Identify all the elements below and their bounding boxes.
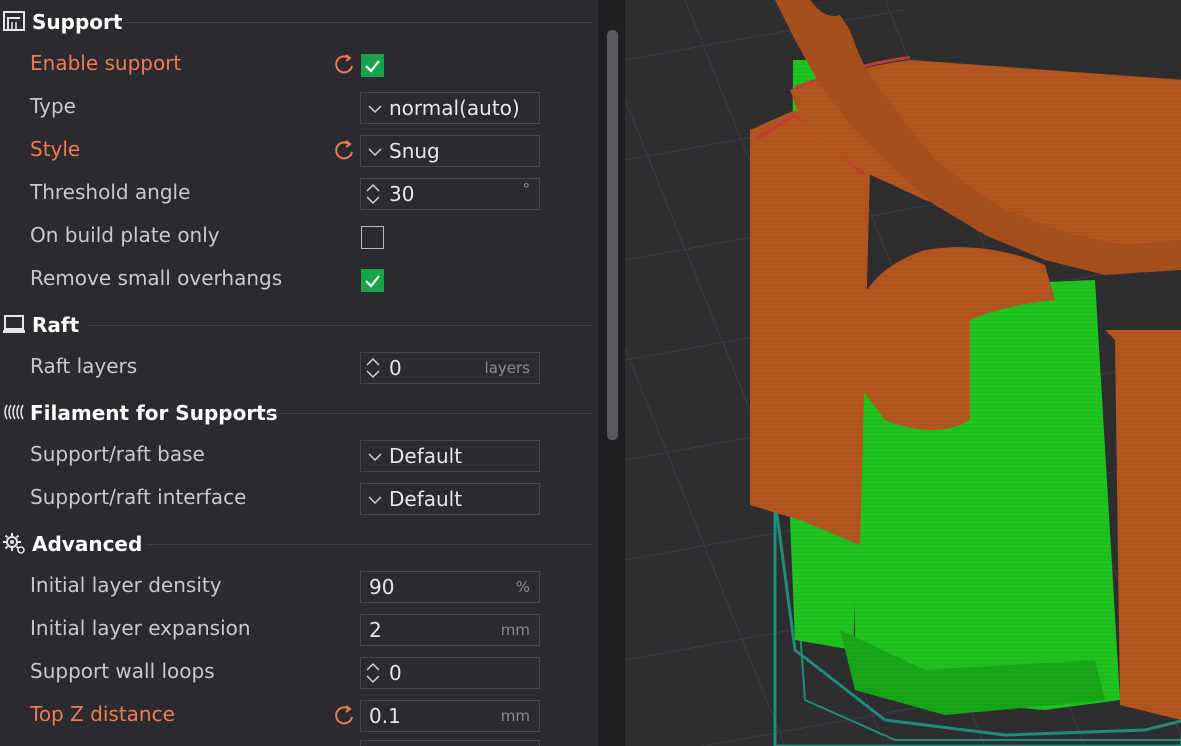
scrollbar-thumb[interactable]	[607, 30, 618, 440]
advanced-gear-icon	[3, 533, 25, 554]
divider	[268, 413, 593, 414]
section-title: Filament for Supports	[30, 401, 278, 425]
divider	[146, 544, 593, 545]
support-wall-loops-input[interactable]: 0	[360, 657, 540, 689]
section-title: Raft	[32, 313, 80, 337]
raft-layers-input[interactable]: 0 layers	[360, 352, 540, 384]
divider	[125, 22, 593, 23]
input-value: 90	[369, 575, 395, 599]
chevron-down-icon	[368, 496, 382, 504]
row-threshold-angle: Threshold angle 30 °	[0, 175, 597, 211]
reset-icon[interactable]	[333, 703, 357, 727]
support-raft-base-select[interactable]: Default	[360, 440, 540, 472]
setting-label: Style	[30, 137, 81, 161]
select-value: normal(auto)	[389, 96, 520, 120]
spin-icon[interactable]	[366, 182, 380, 206]
row-style: Style Snug	[0, 132, 597, 168]
section-raft[interactable]: Raft	[0, 309, 597, 339]
select-value: Default	[389, 487, 463, 511]
input-value: 0	[389, 356, 402, 380]
spin-icon[interactable]	[366, 356, 380, 380]
3d-viewport[interactable]	[625, 0, 1181, 746]
section-filament[interactable]: Filament for Supports	[0, 397, 597, 427]
section-support[interactable]: Support	[0, 6, 597, 36]
row-top-z-distance: Top Z distance 0.1 mm	[0, 697, 597, 733]
build-plate-only-checkbox[interactable]	[361, 226, 384, 249]
chevron-down-icon	[368, 453, 382, 461]
type-select[interactable]: normal(auto)	[360, 92, 540, 124]
remove-small-overhangs-checkbox[interactable]	[361, 269, 384, 292]
input-value: 0	[389, 661, 402, 685]
support-icon	[3, 11, 25, 31]
row-support-raft-base: Support/raft base Default	[0, 437, 597, 473]
divider	[88, 325, 593, 326]
section-advanced[interactable]: Advanced	[0, 528, 597, 558]
top-z-distance-input[interactable]: 0.1 mm	[360, 700, 540, 732]
input-value: 0.1	[369, 704, 401, 728]
row-initial-layer-density: Initial layer density 90 %	[0, 568, 597, 604]
section-title: Advanced	[32, 532, 143, 556]
setting-label: On build plate only	[30, 223, 220, 247]
setting-label: Initial layer expansion	[30, 616, 251, 640]
input-unit: mm	[500, 621, 530, 639]
spin-icon[interactable]	[366, 661, 380, 685]
threshold-angle-input[interactable]: 30 °	[360, 178, 540, 210]
input-unit: %	[515, 578, 530, 596]
style-select[interactable]: Snug	[360, 135, 540, 167]
next-field-edge	[360, 740, 540, 746]
setting-label: Support/raft interface	[30, 485, 247, 509]
row-support-raft-interface: Support/raft interface Default	[0, 480, 597, 516]
setting-label: Support/raft base	[30, 442, 205, 466]
filament-icon	[4, 404, 24, 420]
checkmark-icon	[365, 275, 380, 288]
model-preview	[625, 0, 1181, 746]
input-unit: layers	[484, 359, 530, 377]
select-value: Default	[389, 444, 463, 468]
reset-icon[interactable]	[333, 138, 357, 162]
row-raft-layers: Raft layers 0 layers	[0, 349, 597, 385]
setting-label: Type	[30, 94, 76, 118]
input-unit: °	[522, 180, 531, 198]
setting-label: Enable support	[30, 51, 182, 75]
settings-panel: Support Enable support Type normal(auto)…	[0, 0, 597, 746]
setting-label: Remove small overhangs	[30, 266, 283, 290]
setting-label: Threshold angle	[30, 180, 191, 204]
checkmark-icon	[365, 60, 380, 73]
initial-layer-density-input[interactable]: 90 %	[360, 571, 540, 603]
support-raft-interface-select[interactable]: Default	[360, 483, 540, 515]
reset-icon[interactable]	[333, 52, 357, 76]
section-title: Support	[32, 10, 123, 34]
row-initial-layer-expansion: Initial layer expansion 2 mm	[0, 611, 597, 647]
input-value: 30	[389, 182, 415, 206]
setting-label: Initial layer density	[30, 573, 222, 597]
input-unit: mm	[500, 707, 530, 725]
input-value: 2	[369, 618, 382, 642]
chevron-down-icon	[368, 105, 382, 113]
raft-icon	[3, 315, 25, 333]
row-build-plate-only: On build plate only	[0, 218, 597, 254]
row-type: Type normal(auto)	[0, 89, 597, 125]
setting-label: Raft layers	[30, 354, 138, 378]
select-value: Snug	[389, 139, 440, 163]
row-support-wall-loops: Support wall loops 0	[0, 654, 597, 690]
setting-label: Support wall loops	[30, 659, 215, 683]
row-remove-small-overhangs: Remove small overhangs	[0, 261, 597, 297]
initial-layer-expansion-input[interactable]: 2 mm	[360, 614, 540, 646]
enable-support-checkbox[interactable]	[361, 54, 384, 77]
row-enable-support: Enable support	[0, 46, 597, 82]
setting-label: Top Z distance	[30, 702, 175, 726]
chevron-down-icon	[368, 148, 382, 156]
